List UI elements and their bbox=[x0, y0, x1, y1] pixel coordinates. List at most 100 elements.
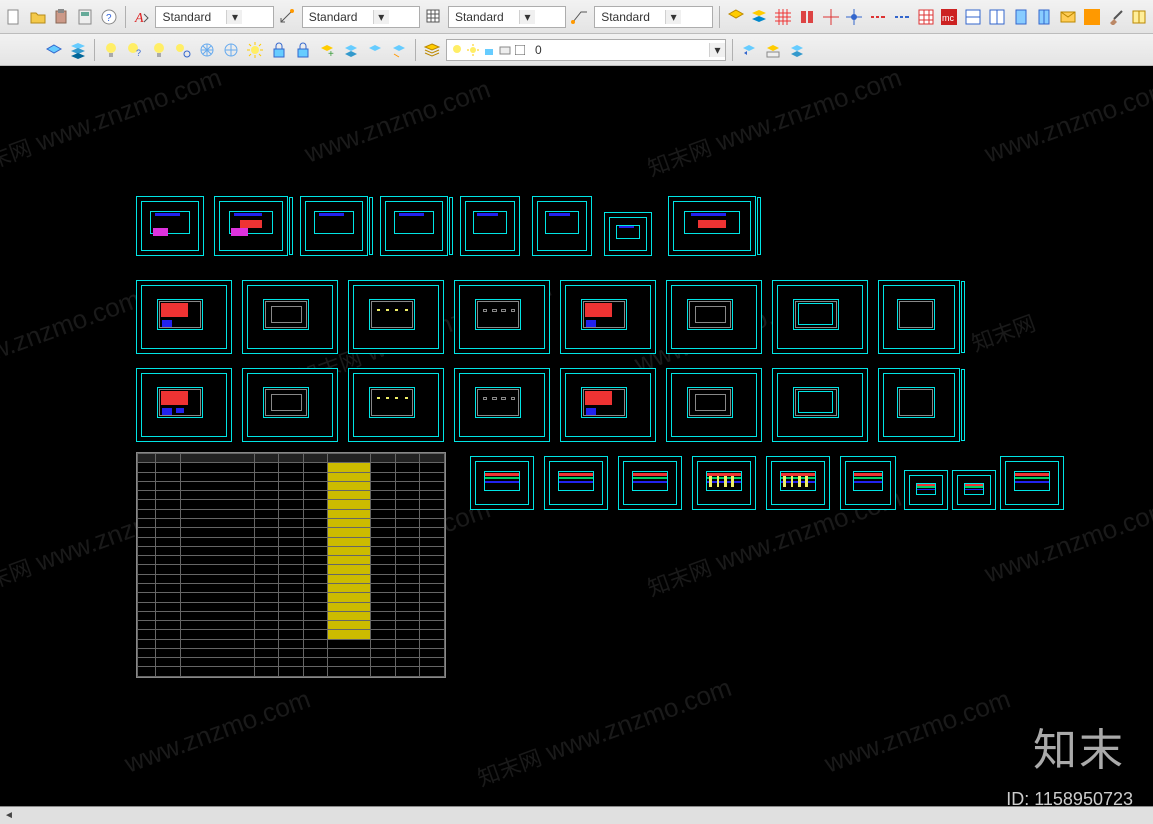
layer-stack-icon[interactable] bbox=[68, 40, 88, 60]
drawing-sheet[interactable] bbox=[666, 280, 762, 354]
layer-state3-icon[interactable] bbox=[787, 40, 807, 60]
layer-iso-icon[interactable] bbox=[341, 40, 361, 60]
drawing-sheet[interactable] bbox=[532, 196, 592, 256]
bulb-q-icon[interactable]: ? bbox=[125, 40, 145, 60]
mail-icon[interactable] bbox=[1058, 7, 1078, 27]
table-blue2-icon[interactable] bbox=[987, 7, 1007, 27]
drawing-sheet[interactable] bbox=[454, 368, 550, 442]
align-icon[interactable] bbox=[797, 7, 817, 27]
color-swatch bbox=[515, 45, 525, 55]
watermark: www.znzmo.com bbox=[821, 684, 1015, 780]
layer-combo[interactable]: 0 ▾ bbox=[446, 39, 726, 61]
freeze2-icon[interactable] bbox=[221, 40, 241, 60]
text-style-dropdown[interactable]: Standard ▾ bbox=[155, 6, 273, 28]
open-icon[interactable] bbox=[28, 7, 48, 27]
drawing-sheet[interactable] bbox=[544, 456, 608, 510]
door1-icon[interactable] bbox=[1011, 7, 1031, 27]
drawing-sheet[interactable] bbox=[840, 456, 896, 510]
layer-props-icon[interactable] bbox=[422, 40, 442, 60]
dash-red-icon[interactable] bbox=[868, 7, 888, 27]
drawing-sheet[interactable] bbox=[136, 368, 232, 442]
drawing-sheet[interactable] bbox=[618, 456, 682, 510]
layer-walk-icon[interactable] bbox=[365, 40, 385, 60]
layer-prev-icon[interactable] bbox=[739, 40, 759, 60]
drawing-sheet[interactable] bbox=[766, 456, 830, 510]
watermark: 知末网 bbox=[967, 306, 1040, 359]
numbered-orange-icon[interactable] bbox=[1082, 7, 1102, 27]
lock1-icon[interactable] bbox=[269, 40, 289, 60]
bulb-gear-icon[interactable] bbox=[173, 40, 193, 60]
cross-icon[interactable] bbox=[821, 7, 841, 27]
drawing-sheet[interactable] bbox=[300, 196, 368, 256]
bulb1-icon[interactable] bbox=[101, 40, 121, 60]
horizontal-scrollbar[interactable]: ◄ bbox=[0, 806, 1153, 824]
drawing-sheet[interactable] bbox=[878, 368, 960, 442]
node-icon[interactable] bbox=[844, 7, 864, 27]
lock2-icon[interactable] bbox=[293, 40, 313, 60]
layer-add-icon[interactable]: + bbox=[317, 40, 337, 60]
calc-icon[interactable] bbox=[75, 7, 95, 27]
layers-icon[interactable] bbox=[749, 7, 769, 27]
drawing-sheet[interactable] bbox=[878, 280, 960, 354]
brush-icon[interactable] bbox=[1106, 7, 1126, 27]
text-style-icon[interactable]: A bbox=[132, 7, 152, 27]
paste-icon[interactable] bbox=[52, 7, 72, 27]
drawing-sheet[interactable] bbox=[242, 368, 338, 442]
drawing-sheet[interactable] bbox=[668, 196, 756, 256]
drawing-sheet[interactable] bbox=[692, 456, 756, 510]
layer-state-icons bbox=[447, 44, 529, 56]
sun-icon[interactable] bbox=[245, 40, 265, 60]
scroll-track[interactable] bbox=[18, 809, 1153, 823]
drawing-sheet[interactable] bbox=[604, 212, 652, 256]
mleader-style-dropdown[interactable]: Standard ▾ bbox=[594, 6, 712, 28]
drawing-sheet[interactable] bbox=[666, 368, 762, 442]
drawing-sheet[interactable] bbox=[454, 280, 550, 354]
drawing-sheet[interactable] bbox=[136, 280, 232, 354]
dropdown-text: Standard bbox=[595, 10, 665, 24]
drawing-sheet[interactable] bbox=[348, 280, 444, 354]
layer-match-icon[interactable] bbox=[389, 40, 409, 60]
drawing-sheet[interactable] bbox=[460, 196, 520, 256]
drawing-sheet[interactable] bbox=[772, 280, 868, 354]
dash-blue-icon[interactable] bbox=[892, 7, 912, 27]
drawing-sheet[interactable] bbox=[470, 456, 534, 510]
schedule-table[interactable] bbox=[136, 452, 446, 678]
chevron-down-icon: ▾ bbox=[373, 10, 389, 24]
drawing-sheet[interactable] bbox=[772, 368, 868, 442]
door2-icon[interactable] bbox=[1034, 7, 1054, 27]
drawing-sheet[interactable] bbox=[560, 368, 656, 442]
freeze1-icon[interactable] bbox=[197, 40, 217, 60]
table-style-icon[interactable] bbox=[424, 7, 444, 27]
mleader-style-icon[interactable] bbox=[570, 7, 590, 27]
table-style-dropdown[interactable]: Standard ▾ bbox=[448, 6, 566, 28]
unlock-icon bbox=[483, 44, 495, 56]
table-blue1-icon[interactable] bbox=[963, 7, 983, 27]
bulb2-icon[interactable] bbox=[149, 40, 169, 60]
layer-state2-icon[interactable] bbox=[763, 40, 783, 60]
drawing-sheet[interactable] bbox=[136, 196, 204, 256]
mc-icon[interactable]: mc bbox=[939, 7, 959, 27]
scroll-left-icon[interactable]: ◄ bbox=[0, 808, 18, 824]
drawing-sheet[interactable] bbox=[242, 280, 338, 354]
layer1-icon[interactable] bbox=[726, 7, 746, 27]
drawing-viewport[interactable]: 知末网 www.znzmo.com www.znzmo.com 知末网 www.… bbox=[0, 66, 1153, 824]
chevron-down-icon: ▾ bbox=[226, 10, 242, 24]
drawing-sheet[interactable] bbox=[348, 368, 444, 442]
book-icon[interactable] bbox=[1129, 7, 1149, 27]
grid-red-icon[interactable] bbox=[773, 7, 793, 27]
drawing-sheet[interactable] bbox=[1000, 456, 1064, 510]
drawing-sheet[interactable] bbox=[380, 196, 448, 256]
drawing-sheet[interactable] bbox=[904, 470, 948, 510]
chevron-down-icon: ▾ bbox=[709, 43, 725, 57]
watermark: www.znzmo.com bbox=[301, 74, 495, 170]
drawing-sheet[interactable] bbox=[952, 470, 996, 510]
drawing-sheet[interactable] bbox=[560, 280, 656, 354]
table-red-icon[interactable] bbox=[916, 7, 936, 27]
drawing-sheet[interactable] bbox=[214, 196, 288, 256]
help-icon[interactable]: ? bbox=[99, 7, 119, 27]
dim-style-dropdown[interactable]: Standard ▾ bbox=[302, 6, 420, 28]
new-icon[interactable] bbox=[4, 7, 24, 27]
chevron-down-icon: ▾ bbox=[665, 10, 681, 24]
layer-single-icon[interactable] bbox=[44, 40, 64, 60]
dim-style-icon[interactable] bbox=[278, 7, 298, 27]
